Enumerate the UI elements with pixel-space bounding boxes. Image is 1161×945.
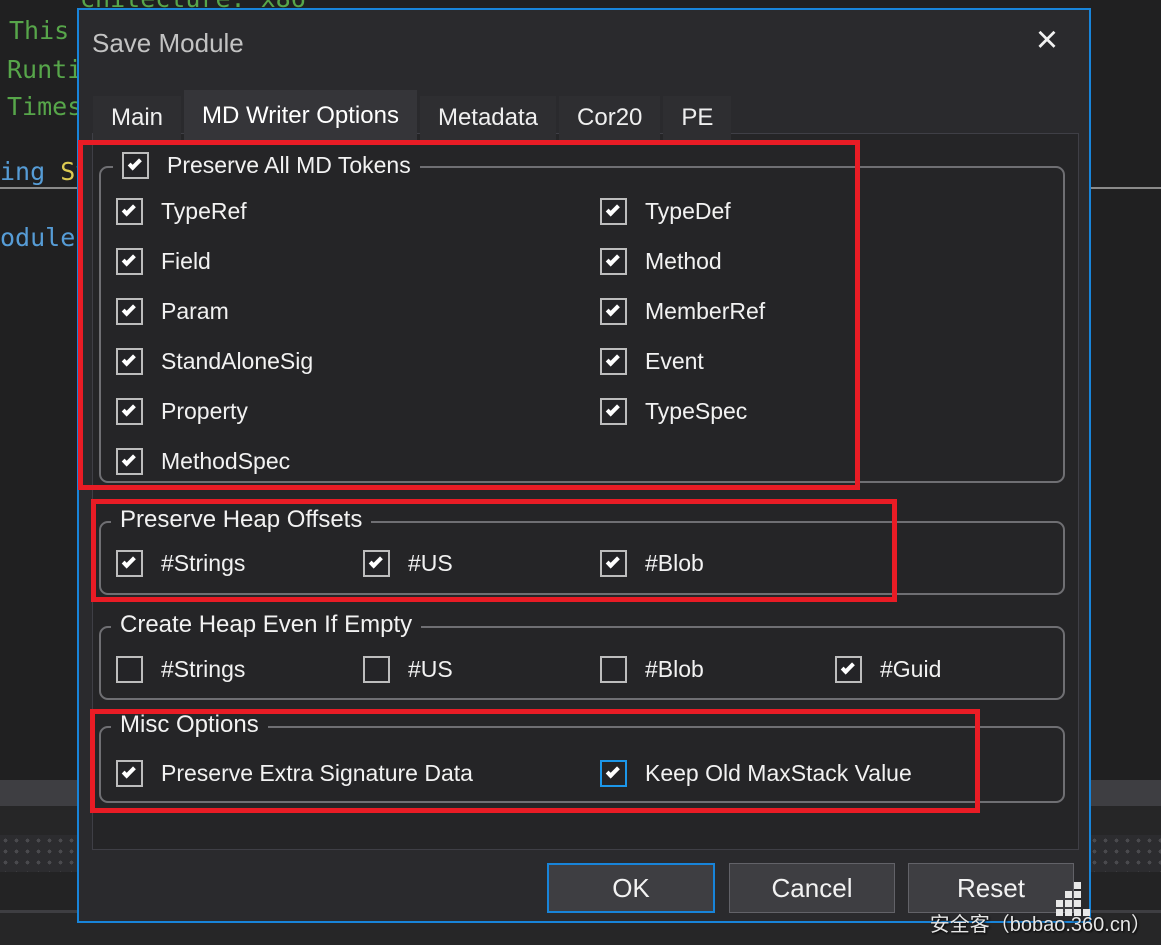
- bg-code-line: Runti: [7, 55, 82, 84]
- tab-pe[interactable]: PE: [663, 96, 731, 141]
- checkbox-label: #Guid: [880, 656, 941, 683]
- checkbox-box: [835, 656, 862, 683]
- checkbox-box: [116, 656, 143, 683]
- bg-code-segment: ing: [0, 157, 60, 186]
- checkbox-create-guid[interactable]: #Guid: [835, 654, 941, 684]
- annotation-rect-md-tokens: [78, 140, 860, 490]
- checkbox-box: [363, 656, 390, 683]
- bg-code-line: odule: [0, 223, 75, 252]
- tab-md-writer-options[interactable]: MD Writer Options: [184, 90, 417, 141]
- group-title: Create Heap Even If Empty: [120, 611, 412, 639]
- tab-cor20[interactable]: Cor20: [559, 96, 660, 141]
- checkmark-icon: [841, 660, 855, 674]
- ok-button[interactable]: OK: [547, 863, 715, 913]
- tab-strip: Main MD Writer Options Metadata Cor20 PE: [93, 90, 731, 141]
- reset-button[interactable]: Reset: [908, 863, 1074, 913]
- bg-code-line: This: [9, 16, 69, 45]
- checkbox-label: #Strings: [161, 656, 245, 683]
- checkbox-create-blob[interactable]: #Blob: [600, 654, 704, 684]
- checkbox-box: [600, 656, 627, 683]
- checkbox-label: #Blob: [645, 656, 704, 683]
- annotation-rect-heap-offsets: [91, 499, 897, 602]
- bg-code-line: Times: [7, 92, 82, 121]
- close-icon[interactable]: ×: [1025, 18, 1069, 62]
- annotation-rect-misc-options: [90, 709, 980, 813]
- checkbox-create-us[interactable]: #US: [363, 654, 453, 684]
- group-header: Create Heap Even If Empty: [111, 608, 421, 642]
- watermark-text: 安全客（bobao.360.cn）: [930, 908, 1151, 937]
- checkbox-create-strings[interactable]: #Strings: [116, 654, 245, 684]
- tab-metadata[interactable]: Metadata: [420, 96, 556, 141]
- checkbox-label: #US: [408, 656, 453, 683]
- tab-main[interactable]: Main: [93, 96, 181, 141]
- cancel-button[interactable]: Cancel: [729, 863, 895, 913]
- dialog-title: Save Module: [92, 28, 244, 59]
